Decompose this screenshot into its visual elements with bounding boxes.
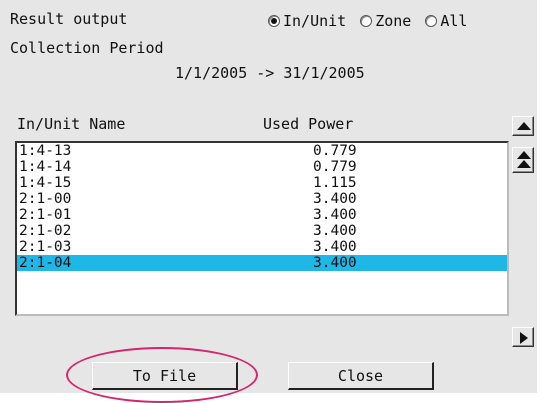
list-item-name: 2:1-01 xyxy=(19,207,72,223)
list-item-power: 3.400 xyxy=(313,207,357,223)
list-item[interactable]: 2:1-03 3.400 xyxy=(17,239,507,255)
list-item-power: 0.779 xyxy=(313,143,357,159)
triangle-right-icon xyxy=(520,332,528,344)
list-item-selected[interactable]: 2:1-04 3.400 xyxy=(17,255,507,271)
double-triangle-up-icon xyxy=(517,151,531,159)
radio-all[interactable]: All xyxy=(425,12,467,30)
scroll-top-button[interactable] xyxy=(512,147,534,173)
list-item-power: 0.779 xyxy=(313,159,357,175)
next-page-button[interactable] xyxy=(512,327,534,347)
list-item-power: 3.400 xyxy=(313,255,357,271)
result-output-panel: Result output Collection Period 1/1/2005… xyxy=(0,0,537,403)
in-unit-list[interactable]: 1:4-13 0.779 1:4-14 0.779 1:4-15 1.115 2… xyxy=(15,141,509,316)
radio-zone-label: Zone xyxy=(375,12,412,30)
radio-in-unit[interactable]: In/Unit xyxy=(268,12,346,30)
radio-selected-icon xyxy=(268,15,280,27)
radio-in-unit-label: In/Unit xyxy=(283,12,347,30)
list-item-power: 3.400 xyxy=(313,223,357,239)
radio-zone[interactable]: Zone xyxy=(360,12,411,30)
list-item[interactable]: 1:4-14 0.779 xyxy=(17,159,507,175)
radio-unselected-icon xyxy=(360,15,373,27)
list-item-name: 1:4-14 xyxy=(19,159,72,175)
list-item[interactable]: 1:4-15 1.115 xyxy=(17,175,507,191)
list-item-name: 2:1-02 xyxy=(19,223,72,239)
column-header-name: In/Unit Name xyxy=(17,115,126,133)
radio-unselected-icon xyxy=(425,15,438,27)
list-item-power: 3.400 xyxy=(313,191,357,207)
scroll-up-button[interactable] xyxy=(512,116,534,136)
list-item-name: 2:1-00 xyxy=(19,191,72,207)
double-triangle-up-icon xyxy=(517,160,531,168)
list-item-power: 3.400 xyxy=(313,239,357,255)
list-item-name: 2:1-03 xyxy=(19,239,72,255)
close-button[interactable]: Close xyxy=(288,362,434,390)
list-item-power: 1.115 xyxy=(313,175,357,191)
collection-period-value: 1/1/2005 -> 31/1/2005 xyxy=(175,64,365,82)
list-item-name: 1:4-15 xyxy=(19,175,72,191)
output-scope-radio-group: In/Unit Zone All xyxy=(268,12,481,30)
list-item[interactable]: 1:4-13 0.779 xyxy=(17,143,507,159)
collection-period-label: Collection Period xyxy=(10,39,164,57)
list-item-name: 2:1-04 xyxy=(19,255,72,271)
column-header-power: Used Power xyxy=(263,115,354,133)
radio-all-label: All xyxy=(440,12,468,30)
list-item[interactable]: 2:1-00 3.400 xyxy=(17,191,507,207)
list-item-name: 1:4-13 xyxy=(19,143,72,159)
list-item[interactable]: 2:1-01 3.400 xyxy=(17,207,507,223)
list-item[interactable]: 2:1-02 3.400 xyxy=(17,223,507,239)
triangle-up-icon xyxy=(517,122,531,130)
highlight-ellipse xyxy=(66,347,258,403)
result-output-label: Result output xyxy=(10,10,128,28)
